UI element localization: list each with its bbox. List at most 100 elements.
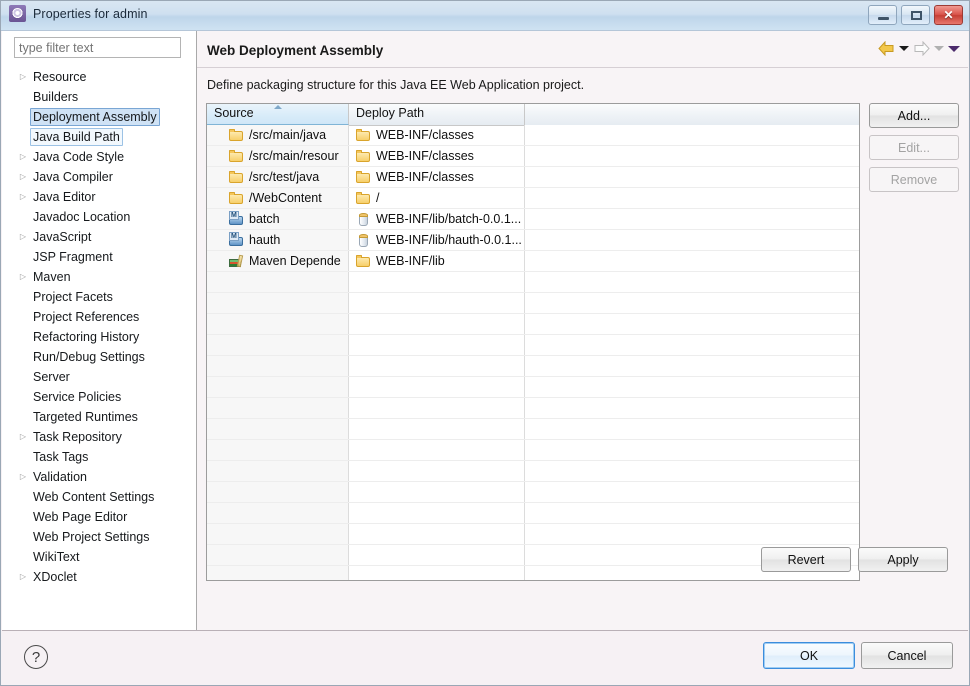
cancel-button[interactable]: Cancel [861, 642, 953, 669]
sidebar-item-maven[interactable]: ▷ Maven [2, 267, 196, 287]
expand-triangle-icon[interactable]: ▷ [16, 147, 30, 167]
view-menu-chevron-down-icon[interactable] [948, 45, 960, 52]
sidebar-item-resource[interactable]: ▷ Resource [2, 67, 196, 87]
expand-triangle-icon[interactable]: ▷ [16, 467, 30, 487]
expand-triangle-icon[interactable]: ▷ [16, 167, 30, 187]
cell-extra [525, 209, 859, 229]
cell-deploy-path-label: WEB-INF/classes [376, 149, 474, 163]
table-row-empty[interactable] [207, 377, 859, 398]
expand-triangle-icon[interactable]: ▷ [16, 67, 30, 87]
column-header-deploy-path[interactable]: Deploy Path [349, 104, 525, 125]
cell-empty [207, 356, 349, 376]
table-row[interactable]: /src/test/java WEB-INF/classes [207, 167, 859, 188]
table-row[interactable]: Maven Depende WEB-INF/lib [207, 251, 859, 272]
edit-button: Edit... [869, 135, 959, 160]
sidebar-item-validation[interactable]: ▷ Validation [2, 467, 196, 487]
table-row-empty[interactable] [207, 314, 859, 335]
sidebar-item-builders[interactable]: ▷Builders [2, 87, 196, 107]
sidebar-item-java-editor[interactable]: ▷ Java Editor [2, 187, 196, 207]
settings-tree[interactable]: ▷Resource▷Builders▷Deployment Assembly▷J… [2, 65, 196, 630]
sidebar-item-targeted-runtimes[interactable]: ▷Targeted Runtimes [2, 407, 196, 427]
folder-icon [356, 254, 371, 268]
sidebar-item-java-code-style[interactable]: ▷ Java Code Style [2, 147, 196, 167]
table-row[interactable]: batch WEB-INF/lib/batch-0.0.1... [207, 209, 859, 230]
cell-source-label: /src/test/java [249, 170, 320, 184]
table-row-empty[interactable] [207, 461, 859, 482]
sidebar-item-label: Web Page Editor [33, 510, 128, 524]
cell-source: /src/main/java [207, 125, 349, 145]
cell-extra [525, 125, 859, 145]
folder-icon [229, 128, 244, 142]
table-row-empty[interactable] [207, 419, 859, 440]
sidebar-item-javadoc-location[interactable]: ▷Javadoc Location [2, 207, 196, 227]
table-row[interactable]: /WebContent / [207, 188, 859, 209]
sidebar-item-server[interactable]: ▷Server [2, 367, 196, 387]
expand-triangle-icon[interactable]: ▷ [16, 187, 30, 207]
expand-triangle-icon[interactable]: ▷ [16, 567, 30, 587]
cell-empty [349, 524, 525, 544]
sidebar-item-java-compiler[interactable]: ▷ Java Compiler [2, 167, 196, 187]
help-icon[interactable]: ? [24, 645, 48, 669]
column-header-extra[interactable] [525, 104, 859, 125]
revert-button[interactable]: Revert [761, 547, 851, 572]
cell-deploy-path: / [349, 188, 525, 208]
cell-deploy-path-label: WEB-INF/lib/batch-0.0.1... [376, 212, 522, 226]
cell-empty [207, 545, 349, 565]
sidebar-item-jsp-fragment[interactable]: ▷JSP Fragment [2, 247, 196, 267]
sidebar-item-project-references[interactable]: ▷Project References [2, 307, 196, 327]
sidebar-item-label: JavaScript [33, 230, 92, 244]
table-row-empty[interactable] [207, 482, 859, 503]
table-row[interactable]: hauth WEB-INF/lib/hauth-0.0.1... [207, 230, 859, 251]
sidebar-item-wikitext[interactable]: ▷WikiText [2, 547, 196, 567]
add-button[interactable]: Add... [869, 103, 959, 128]
sidebar-item-task-tags[interactable]: ▷Task Tags [2, 447, 196, 467]
cell-empty [525, 419, 859, 439]
sidebar-item-service-policies[interactable]: ▷Service Policies [2, 387, 196, 407]
page-title: Web Deployment Assembly [207, 43, 384, 58]
header-divider [197, 67, 968, 68]
cell-empty [525, 272, 859, 292]
sidebar-item-refactoring-history[interactable]: ▷Refactoring History [2, 327, 196, 347]
table-row-empty[interactable] [207, 272, 859, 293]
assembly-table[interactable]: Source Deploy Path /src/main/java WEB-INF… [206, 103, 860, 581]
folder-icon [356, 128, 371, 142]
sidebar-item-xdoclet[interactable]: ▷ XDoclet [2, 567, 196, 587]
sidebar-item-java-build-path[interactable]: ▷Java Build Path [2, 127, 196, 147]
sidebar-item-label: Task Tags [33, 450, 89, 464]
maximize-button[interactable] [901, 5, 930, 25]
sidebar-item-javascript[interactable]: ▷ JavaScript [2, 227, 196, 247]
cell-empty [207, 314, 349, 334]
expand-triangle-icon[interactable]: ▷ [16, 427, 30, 447]
sidebar-item-task-repository[interactable]: ▷ Task Repository [2, 427, 196, 447]
ok-button[interactable]: OK [763, 642, 855, 669]
table-row-empty[interactable] [207, 503, 859, 524]
table-header-row: Source Deploy Path [207, 104, 859, 126]
column-header-source[interactable]: Source [207, 104, 349, 125]
sidebar-item-label: Task Repository [33, 430, 122, 444]
filter-input[interactable] [14, 37, 181, 58]
sidebar-item-project-facets[interactable]: ▷Project Facets [2, 287, 196, 307]
minimize-button[interactable] [868, 5, 897, 25]
sidebar-item-run-debug-settings[interactable]: ▷Run/Debug Settings [2, 347, 196, 367]
table-row-empty[interactable] [207, 356, 859, 377]
table-row-empty[interactable] [207, 398, 859, 419]
table-row-empty[interactable] [207, 440, 859, 461]
table-row[interactable]: /src/main/java WEB-INF/classes [207, 125, 859, 146]
sidebar-item-label: Java Editor [33, 190, 96, 204]
table-row-empty[interactable] [207, 293, 859, 314]
close-button[interactable]: ✕ [934, 5, 963, 25]
folder-icon [356, 170, 371, 184]
expand-triangle-icon[interactable]: ▷ [16, 267, 30, 287]
expand-triangle-icon[interactable]: ▷ [16, 227, 30, 247]
sidebar-item-web-project-settings[interactable]: ▷Web Project Settings [2, 527, 196, 547]
back-arrow-icon[interactable] [878, 41, 895, 56]
sidebar-item-deployment-assembly[interactable]: ▷Deployment Assembly [2, 107, 196, 127]
table-row[interactable]: /src/main/resour WEB-INF/classes [207, 146, 859, 167]
table-row-empty[interactable] [207, 335, 859, 356]
sidebar-item-web-content-settings[interactable]: ▷Web Content Settings [2, 487, 196, 507]
sidebar-item-web-page-editor[interactable]: ▷Web Page Editor [2, 507, 196, 527]
back-menu-chevron-down-icon[interactable] [899, 46, 909, 51]
sidebar-item-label: Javadoc Location [33, 210, 131, 224]
table-row-empty[interactable] [207, 524, 859, 545]
apply-button[interactable]: Apply [858, 547, 948, 572]
